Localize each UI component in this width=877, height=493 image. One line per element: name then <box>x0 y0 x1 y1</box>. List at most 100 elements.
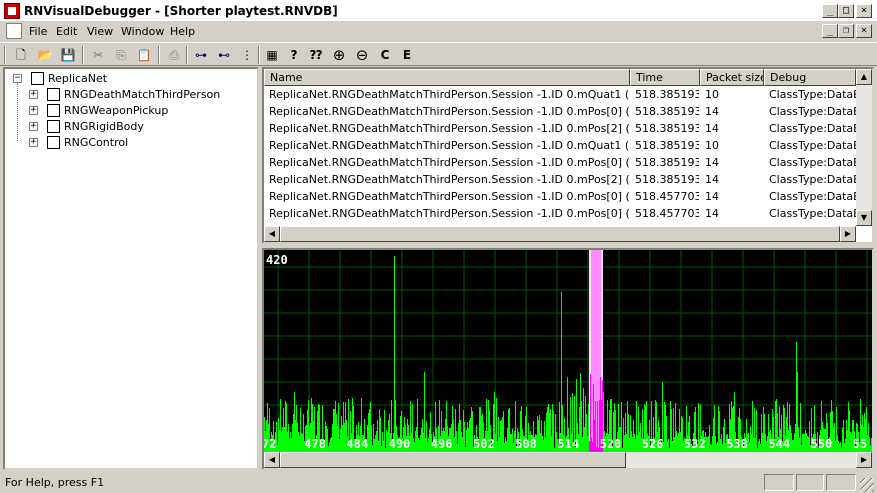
expand-icon[interactable]: + <box>29 106 38 115</box>
status-bar: For Help, press F1 <box>0 472 877 493</box>
scroll-thumb[interactable] <box>280 452 626 468</box>
tree-item[interactable]: + RNGRigidBody <box>27 119 252 135</box>
expand-icon[interactable]: + <box>29 122 38 131</box>
tree-expand-icon[interactable]: ⊶ <box>192 46 210 64</box>
packet-list[interactable]: Name Time Packet size Debug ReplicaNet.R… <box>262 67 874 244</box>
scroll-up-icon[interactable]: ▲ <box>856 69 872 85</box>
scroll-left-icon[interactable]: ◀ <box>264 452 280 468</box>
tree-collapse-icon[interactable]: ⊷ <box>215 46 233 64</box>
table-row[interactable]: ReplicaNet.RNGDeathMatchThirdPerson.Sess… <box>264 188 856 205</box>
menu-view[interactable]: View <box>87 25 113 38</box>
help-icon[interactable]: ? <box>285 46 303 64</box>
column-header-time[interactable]: Time <box>630 69 700 86</box>
open-icon[interactable]: 📂 <box>36 46 54 64</box>
graph-horizontal-scrollbar[interactable]: ◀ ▶ <box>264 452 872 468</box>
scroll-right-icon[interactable]: ▶ <box>856 452 872 468</box>
close-button[interactable]: × <box>856 4 872 18</box>
e-button[interactable]: E <box>398 46 416 64</box>
graph-bar <box>637 435 638 452</box>
table-row[interactable]: ReplicaNet.RNGDeathMatchThirdPerson.Sess… <box>264 171 856 188</box>
vertical-scrollbar[interactable]: ▲ ▼ <box>856 69 872 226</box>
tree-item[interactable]: + RNGWeaponPickup <box>27 103 252 119</box>
graph-bar <box>804 434 805 452</box>
table-row[interactable]: ReplicaNet.RNGDeathMatchThirdPerson.Sess… <box>264 154 856 171</box>
expand-icon[interactable]: + <box>29 90 38 99</box>
paste-icon[interactable]: 📋 <box>135 46 153 64</box>
mdi-minimize-button[interactable]: _ <box>822 24 838 38</box>
x-tick-label: 508 <box>515 437 537 451</box>
scroll-left-icon[interactable]: ◀ <box>264 226 280 242</box>
graph-bar <box>344 423 345 452</box>
graph-bar <box>462 437 463 452</box>
menu-help[interactable]: Help <box>170 25 195 38</box>
graph-bar <box>283 408 284 452</box>
tree-checkbox[interactable] <box>47 120 60 133</box>
graph-bar <box>759 439 760 452</box>
graph-bar <box>552 404 553 452</box>
resize-grip-icon[interactable] <box>860 478 874 492</box>
list-horizontal-scrollbar[interactable]: ◀ ▶ <box>264 226 856 242</box>
new-icon[interactable]: 🗋 <box>12 46 30 64</box>
tree-checkbox[interactable] <box>47 104 60 117</box>
column-header-name[interactable]: Name <box>264 69 630 86</box>
graph-bar <box>718 406 719 452</box>
table-row[interactable]: ReplicaNet.RNGDeathMatchThirdPerson.Sess… <box>264 137 856 154</box>
expand-icon[interactable]: + <box>29 138 38 147</box>
title-bar[interactable]: RNVisualDebugger - [Shorter playtest.RNV… <box>0 0 877 22</box>
graph-bar <box>795 424 796 452</box>
scroll-thumb[interactable] <box>280 226 840 242</box>
copy-icon[interactable]: ⎘ <box>112 46 130 64</box>
bandwidth-graph[interactable]: 420 72 478 484 490 496 502 508 514 520 526 532 538 54… <box>262 248 874 470</box>
graph-bar <box>376 431 377 452</box>
document-icon[interactable] <box>6 23 22 39</box>
menu-edit[interactable]: Edit <box>56 25 77 38</box>
column-header-debug[interactable]: Debug <box>764 69 856 86</box>
graph-bar <box>677 436 678 452</box>
minimize-button[interactable]: _ <box>822 4 838 18</box>
collapse-icon[interactable]: − <box>13 74 22 83</box>
table-row[interactable]: ReplicaNet.RNGDeathMatchThirdPerson.Sess… <box>264 205 856 222</box>
graph-bar <box>290 432 291 452</box>
graph-bar <box>301 433 302 452</box>
table-row[interactable]: ReplicaNet.RNGDeathMatchThirdPerson.Sess… <box>264 86 856 103</box>
graph-bar <box>378 441 379 452</box>
tree-root[interactable]: − ReplicaNet <box>11 71 251 87</box>
tree-item[interactable]: + RNGDeathMatchThirdPerson <box>27 87 252 103</box>
mdi-close-button[interactable]: × <box>856 24 872 38</box>
grid-icon[interactable]: ▦ <box>263 46 281 64</box>
graph-bar <box>511 434 512 452</box>
mdi-restore-button[interactable]: ❐ <box>838 24 854 38</box>
menu-file[interactable]: File <box>29 25 47 38</box>
graph-bar <box>707 437 708 452</box>
toolbar-separator <box>186 46 188 64</box>
table-row[interactable]: ReplicaNet.RNGDeathMatchThirdPerson.Sess… <box>264 103 856 120</box>
tree-checkbox[interactable] <box>47 136 60 149</box>
context-help-icon[interactable]: ⁇ <box>307 46 325 64</box>
zoom-out-icon[interactable]: ⊖ <box>353 46 371 64</box>
tree-checkbox[interactable] <box>47 88 60 101</box>
scroll-right-icon[interactable]: ▶ <box>840 226 856 242</box>
object-tree[interactable]: − ReplicaNet + RNGDeathMatchThirdPerson … <box>3 67 259 470</box>
graph-bar <box>836 407 837 452</box>
column-header-packet-size[interactable]: Packet size <box>700 69 764 86</box>
maximize-button[interactable]: □ <box>838 4 854 18</box>
tree-item[interactable]: + RNGControl <box>27 135 252 151</box>
table-row[interactable]: ReplicaNet.RNGDeathMatchThirdPerson.Sess… <box>264 120 856 137</box>
scroll-down-icon[interactable]: ▼ <box>856 210 872 226</box>
tree-list-icon[interactable]: ⋮ <box>238 46 256 64</box>
print-icon[interactable]: ⎙ <box>165 46 183 64</box>
c-button[interactable]: C <box>376 46 394 64</box>
graph-bar <box>708 436 709 452</box>
graph-bar <box>550 409 551 452</box>
cut-icon[interactable]: ✂ <box>89 46 107 64</box>
graph-bar <box>298 432 299 452</box>
graph-canvas[interactable]: 420 72 478 484 490 496 502 508 514 520 526 532 538 54… <box>264 250 872 452</box>
save-icon[interactable]: 💾 <box>59 46 77 64</box>
graph-bar <box>417 399 418 452</box>
graph-bar <box>790 425 791 452</box>
app-icon[interactable] <box>4 3 20 19</box>
tree-checkbox[interactable] <box>31 72 44 85</box>
x-tick-label: 72 <box>264 437 276 451</box>
menu-window[interactable]: Window <box>121 25 164 38</box>
zoom-in-icon[interactable]: ⊕ <box>330 46 348 64</box>
